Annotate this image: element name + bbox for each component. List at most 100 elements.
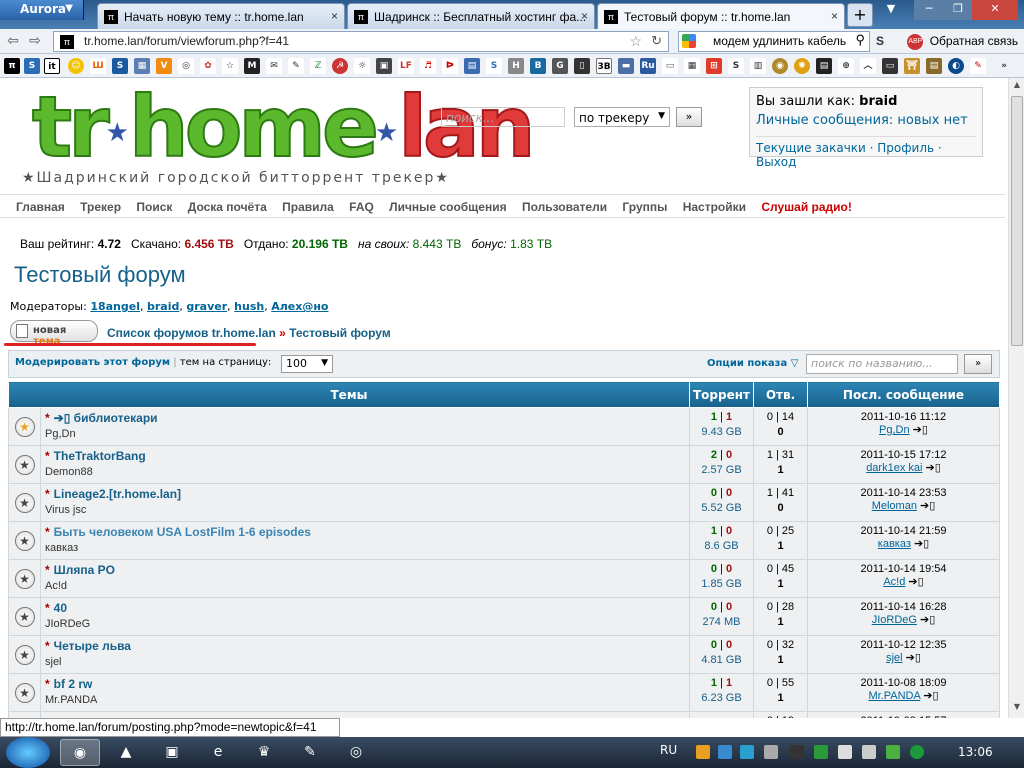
nav-faq[interactable]: FAQ <box>349 200 374 214</box>
torrent-size[interactable]: 5.52 GB <box>690 502 753 514</box>
language-indicator[interactable]: RU <box>660 743 677 757</box>
topic-title-link[interactable]: * Быть человеком USA LostFilm 1-6 episode… <box>45 525 685 539</box>
bookmark-icon[interactable]: B <box>530 58 546 74</box>
nav-home[interactable]: Главная <box>16 200 65 214</box>
tab-test-forum[interactable]: π Тестовый форум :: tr.home.lan × <box>597 3 845 29</box>
topic-title-link[interactable]: * TheTraktorBang <box>45 449 685 463</box>
goto-post-icon[interactable]: ➔▯ <box>926 462 941 474</box>
bookmark-icon[interactable]: ◐ <box>948 58 964 74</box>
goto-post-icon[interactable]: ➔▯ <box>913 424 928 436</box>
header-replies[interactable]: Отв. <box>753 381 808 408</box>
bookmark-icon[interactable]: ⛩ <box>904 58 920 74</box>
moderator-link[interactable]: hush <box>234 300 264 313</box>
header-torrent[interactable]: Торрент <box>689 381 754 408</box>
taskbar-ie-icon[interactable]: e <box>198 739 238 766</box>
bookmark-icon[interactable]: S <box>486 58 502 74</box>
bookmark-icon[interactable]: S <box>24 58 40 74</box>
bookmark-icon[interactable]: ☆ <box>222 58 238 74</box>
new-tab-button[interactable]: + <box>847 3 873 27</box>
bookmark-icon[interactable]: ☺ <box>68 58 84 74</box>
bookmark-icon[interactable]: ◎ <box>178 58 194 74</box>
bookmark-icon[interactable]: ♬ <box>420 58 436 74</box>
table-row[interactable]: ★ * Четыре льва sjel 0 | 0 4.81 GB 0 | 32 1 2011… <box>8 635 1000 674</box>
tray-icon[interactable] <box>814 745 828 759</box>
table-row[interactable]: ★ * Шляпа PO Ac!d 0 | 0 1.85 GB 0 | 45 1 2011-10… <box>8 559 1000 598</box>
goto-post-icon[interactable]: ➔▯ <box>908 576 923 588</box>
bookmark-icon[interactable]: ▣ <box>376 58 392 74</box>
bookmark-icon[interactable]: ▤ <box>464 58 480 74</box>
tray-icon[interactable] <box>790 745 804 759</box>
adblock-icon[interactable]: ABP <box>907 33 924 50</box>
forward-icon[interactable]: ⇨ <box>26 32 44 50</box>
topic-author[interactable]: кавказ <box>45 542 685 554</box>
tab-list-icon[interactable]: ▼ <box>880 0 902 20</box>
bookmark-icon[interactable]: ☭ <box>332 58 348 74</box>
table-row[interactable]: ★ * TheTraktorBang Demon88 2 | 0 2.57 GB 1 | 3… <box>8 445 1000 484</box>
table-row[interactable]: ★ * 40 JIoRDeG 0 | 0 274 MB 0 | 28 1 2011-10-14 … <box>8 597 1000 636</box>
bookmark-icon[interactable]: ▥ <box>750 58 766 74</box>
table-row[interactable]: ★ * Lineage2.[tr.home.lan] Virus jsc 0 | 0 5.… <box>8 483 1000 522</box>
last-post-user[interactable]: Meloman <box>872 500 917 512</box>
header-last-post[interactable]: Посл. сообщение <box>807 381 1000 408</box>
close-icon[interactable]: × <box>831 9 838 23</box>
bookmark-icon[interactable]: ▤ <box>926 58 942 74</box>
taskbar-browser-icon[interactable]: ◉ <box>60 739 100 766</box>
tracker-search-button[interactable]: » <box>676 107 702 127</box>
torrent-size[interactable]: 6.23 GB <box>690 692 753 704</box>
nav-search[interactable]: Поиск <box>136 200 172 214</box>
topic-title-link[interactable]: * Четыре льва <box>45 639 685 653</box>
bookmark-icon[interactable]: ▬ <box>618 58 634 74</box>
bookmark-icon[interactable]: ✉ <box>266 58 282 74</box>
moderator-link[interactable]: graver <box>186 300 227 313</box>
bookmark-icon[interactable]: S <box>112 58 128 74</box>
bookmark-icon[interactable]: ◉ <box>772 58 788 74</box>
back-icon[interactable]: ⇦ <box>4 32 22 50</box>
bookmark-icon[interactable]: ⊞ <box>706 58 722 74</box>
bookmark-icon[interactable]: ︿ <box>860 58 876 74</box>
last-post-user[interactable]: Pg,Dn <box>879 424 910 436</box>
skype-icon[interactable]: S <box>876 34 884 48</box>
scroll-thumb[interactable] <box>1011 96 1023 346</box>
bookmark-icon[interactable]: ✿ <box>200 58 216 74</box>
table-row[interactable]: ★ * bf 2 rw Mr.PANDA 1 | 1 6.23 GB 0 | 55 1 2011… <box>8 673 1000 712</box>
topic-author[interactable]: Mr.PANDA <box>45 694 685 706</box>
torrent-size[interactable]: 4.81 GB <box>690 654 753 666</box>
topic-title-link[interactable]: * bf 2 rw <box>45 677 685 691</box>
goto-post-icon[interactable]: ➔▯ <box>54 411 74 425</box>
tab-new-topic[interactable]: π Начать новую тему :: tr.home.lan × <box>97 3 345 29</box>
taskbar-save-icon[interactable]: ▣ <box>152 739 192 766</box>
bookmark-icon[interactable]: ▯ <box>574 58 590 74</box>
last-post-user[interactable]: dark1ex kai <box>866 462 922 474</box>
bookmark-icon[interactable]: ▭ <box>882 58 898 74</box>
breadcrumb-current[interactable]: Тестовый форум <box>289 326 391 340</box>
last-post-user[interactable]: кавказ <box>878 538 911 550</box>
taskbar-chrome-icon[interactable]: ◎ <box>336 739 376 766</box>
url-bar[interactable]: π tr.home.lan/forum/viewforum.php?f=41 ☆… <box>53 31 669 52</box>
bookmark-icon[interactable]: V <box>156 58 172 74</box>
tray-icon[interactable] <box>764 745 778 759</box>
bookmark-icon[interactable]: ▦ <box>134 58 150 74</box>
bookmark-icon[interactable]: it <box>44 58 60 74</box>
tray-icon[interactable] <box>740 745 754 759</box>
goto-post-icon[interactable]: ➔▯ <box>906 652 921 664</box>
bookmark-icon[interactable]: H <box>508 58 524 74</box>
nav-groups[interactable]: Группы <box>622 200 667 214</box>
bookmark-icon[interactable]: S <box>728 58 744 74</box>
close-icon[interactable]: × <box>331 9 338 23</box>
topic-filter-button[interactable]: » <box>964 354 992 374</box>
clock[interactable]: 13:06 <box>958 745 993 759</box>
nav-tracker[interactable]: Трекер <box>80 200 121 214</box>
bookmark-icon[interactable]: LF <box>398 58 414 74</box>
bookmark-icon[interactable]: M <box>244 58 260 74</box>
bookmark-star-icon[interactable]: ☆ <box>629 33 642 50</box>
scroll-up-icon[interactable]: ▲ <box>1011 80 1023 94</box>
topic-author[interactable]: Pg,Dn <box>45 428 685 440</box>
topic-author[interactable]: Virus jsc <box>45 504 685 516</box>
bookmark-icon[interactable]: ✎ <box>970 58 986 74</box>
browser-menu-button[interactable]: Aurora ▼ <box>0 0 84 20</box>
bookmark-icon[interactable]: Ru <box>640 58 656 74</box>
bookmark-icon[interactable]: π <box>4 58 20 74</box>
nav-private-messages[interactable]: Личные сообщения <box>389 200 506 214</box>
topic-title-link[interactable]: * ➔▯ библиотекари <box>45 411 685 425</box>
maximize-button[interactable]: ❐ <box>944 0 972 20</box>
